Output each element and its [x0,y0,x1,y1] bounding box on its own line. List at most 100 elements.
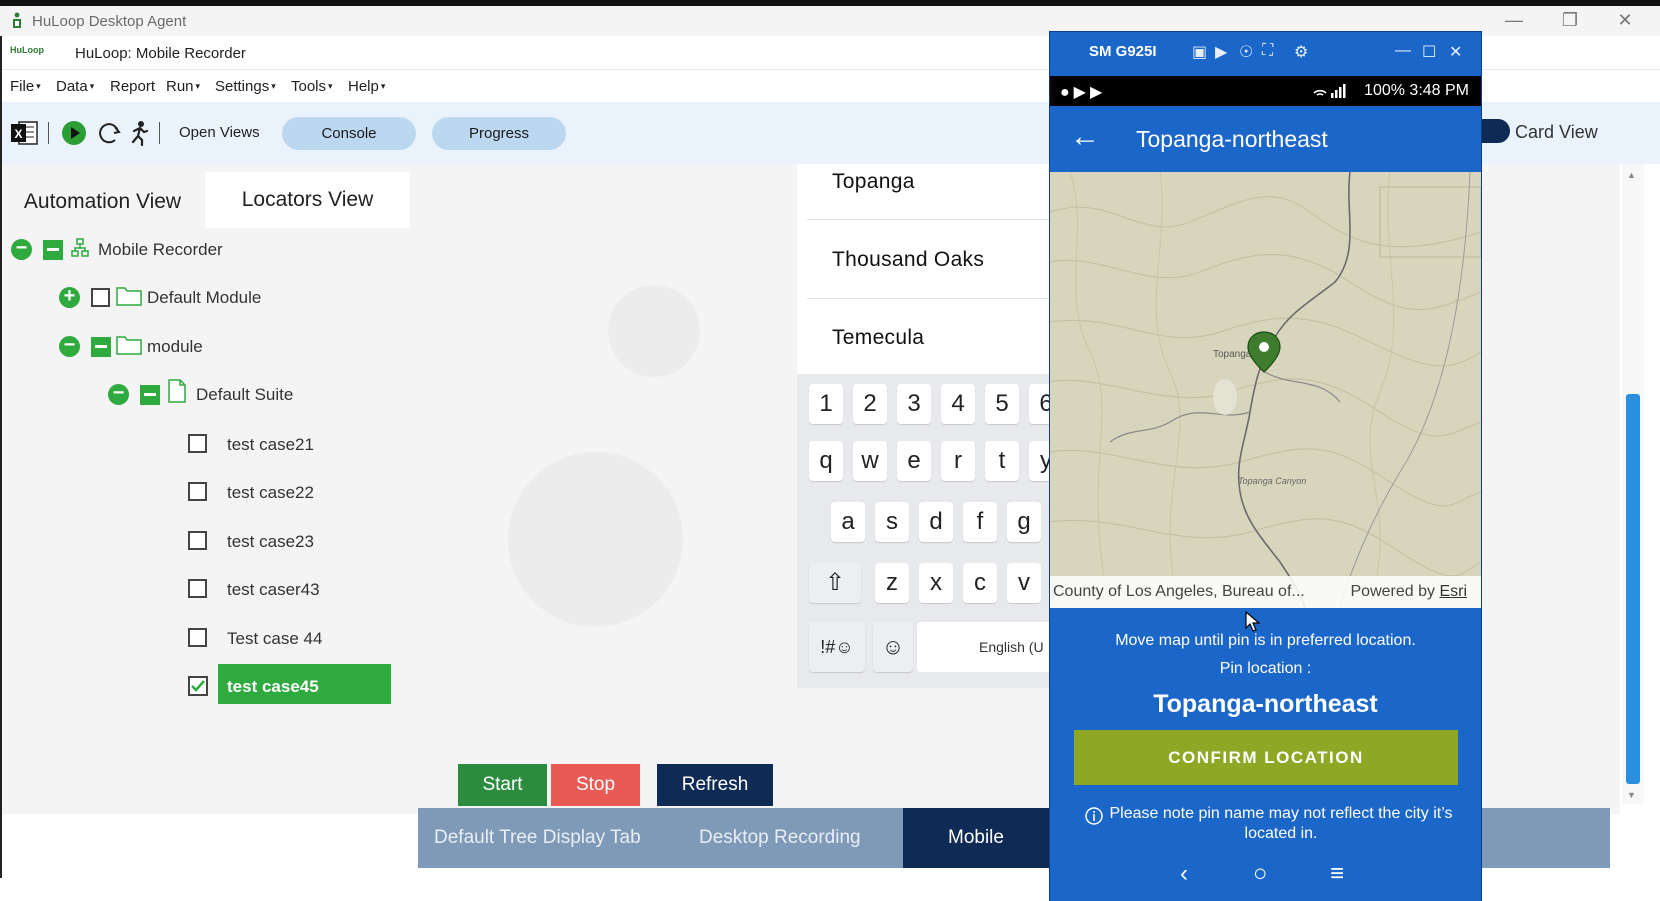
partial-checkbox[interactable] [140,385,160,405]
key[interactable]: t [985,441,1019,481]
checkbox[interactable] [188,579,207,598]
key[interactable]: w [853,441,887,481]
key[interactable]: e [897,441,931,481]
city-item[interactable]: Topanga [832,170,915,194]
nav-home-icon[interactable]: ○ [1253,860,1268,888]
record-icon[interactable]: ▶ [1215,42,1227,62]
key[interactable]: f [963,502,997,542]
app-subtitle: HuLoop: Mobile Recorder [75,45,246,62]
menu-file[interactable]: File ▾ [10,78,41,95]
menu-data[interactable]: Data ▾ [56,78,94,95]
checkbox[interactable] [91,288,110,307]
key[interactable]: s [875,502,909,542]
nav-back-icon[interactable]: ‹ [1180,860,1188,888]
refresh-button[interactable]: Refresh [657,764,773,806]
tree-node-root[interactable]: − Mobile Recorder [0,236,400,266]
key[interactable]: z [875,563,909,603]
excel-icon[interactable]: X [9,118,39,148]
close-button[interactable]: ✕ [1605,10,1645,32]
emoji-key[interactable]: ☺ [873,622,913,672]
menu-run[interactable]: Run ▾ [166,78,200,95]
stop-button[interactable]: Stop [551,764,640,806]
esri-link[interactable]: Esri [1439,583,1467,600]
tree-label-default-suite: Default Suite [196,385,294,404]
expand-icon[interactable]: + [59,286,80,308]
gear-icon[interactable]: ⚙ [1294,42,1308,62]
partial-checkbox[interactable] [91,337,111,357]
key[interactable]: v [1007,563,1041,603]
key[interactable]: c [963,563,997,603]
file-icon [168,379,186,403]
spacebar-key[interactable]: English (U [917,622,1067,672]
checkbox[interactable] [188,482,207,501]
start-button[interactable]: Start [458,764,547,806]
checkbox[interactable] [188,531,207,550]
key[interactable]: 4 [941,384,975,424]
folder-icon [116,287,142,306]
phone-close-button[interactable]: ✕ [1449,42,1462,62]
collapse-icon[interactable]: − [59,335,80,357]
vertical-scrollbar[interactable]: ▲ ▼ [1622,164,1644,804]
checkbox[interactable] [188,628,207,647]
tab-mobile-recording[interactable]: Mobile Reco [903,808,1053,901]
key[interactable]: q [809,441,843,481]
tree-node-default-module[interactable]: + Default Module [0,284,400,314]
menu-tools[interactable]: Tools ▾ [291,78,333,95]
refresh-icon[interactable] [94,118,124,148]
runner-icon[interactable] [124,118,154,148]
minimize-button[interactable]: — [1494,10,1534,32]
progress-button[interactable]: Progress [432,117,566,150]
tree-node-default-suite[interactable]: − Default Suite [0,379,400,411]
background-circle [508,452,683,627]
screenshot-icon[interactable]: ▣ [1192,42,1207,62]
tree-node-test-case[interactable]: test case22 [0,479,400,509]
collapse-icon[interactable]: − [108,383,129,405]
open-views-button[interactable]: Open Views [179,124,260,141]
phone-maximize-button[interactable]: ☐ [1422,42,1436,62]
key[interactable]: 1 [809,384,843,424]
fullscreen-icon[interactable]: ⛶ [1262,42,1273,60]
key[interactable]: 3 [897,384,931,424]
key[interactable]: 2 [853,384,887,424]
scroll-down-icon[interactable]: ▼ [1627,790,1636,800]
tree-node-test-case[interactable]: test case21 [0,431,400,461]
topographic-map[interactable]: Topanga Topanga Canyon [1050,172,1481,608]
key[interactable]: d [919,502,953,542]
tab-desktop-recording[interactable]: Desktop Recording [699,808,861,868]
tab-automation-view[interactable]: Automation View [0,176,205,228]
confirm-location-button[interactable]: CONFIRM LOCATION [1074,730,1458,785]
partial-checkbox[interactable] [43,240,63,260]
tab-locators-view[interactable]: Locators View [205,172,410,228]
checkbox[interactable] [188,434,207,453]
map-terrain: Topanga Topanga Canyon [1050,172,1481,608]
phone-minimize-button[interactable]: — [1395,42,1411,60]
console-button[interactable]: Console [282,117,416,150]
tree-node-test-case[interactable]: test caser43 [0,576,400,606]
menu-help[interactable]: Help ▾ [348,78,385,95]
menu-report[interactable]: Report [110,78,155,95]
play-icon[interactable] [59,118,89,148]
city-item[interactable]: Temecula [832,326,924,350]
city-item[interactable]: Thousand Oaks [832,248,984,272]
menu-settings[interactable]: Settings ▾ [215,78,276,95]
audio-icon[interactable]: ☉ [1239,42,1253,62]
back-arrow-icon[interactable]: ← [1070,120,1100,154]
restore-button[interactable]: ❐ [1550,10,1590,32]
tree-node-module[interactable]: − module [0,333,400,363]
key[interactable]: x [919,563,953,603]
scrollbar-thumb[interactable] [1626,394,1640,784]
tree-node-test-case-selected[interactable]: test case45 [0,673,400,703]
key[interactable]: g [1007,502,1041,542]
collapse-icon[interactable]: − [11,238,32,260]
key[interactable]: a [831,502,865,542]
key[interactable]: 5 [985,384,1019,424]
tree-node-test-case[interactable]: test case23 [0,528,400,558]
nav-menu-icon[interactable]: ≡ [1330,860,1344,888]
tree-node-test-case[interactable]: Test case 44 [0,625,400,655]
scroll-up-icon[interactable]: ▲ [1627,170,1636,180]
tab-default-tree-display[interactable]: Default Tree Display Tab [434,808,641,868]
shift-key[interactable]: ⇧ [809,563,861,603]
key[interactable]: r [941,441,975,481]
symbols-key[interactable]: !#☺ [809,622,865,672]
checkbox-checked-icon[interactable] [188,676,208,696]
